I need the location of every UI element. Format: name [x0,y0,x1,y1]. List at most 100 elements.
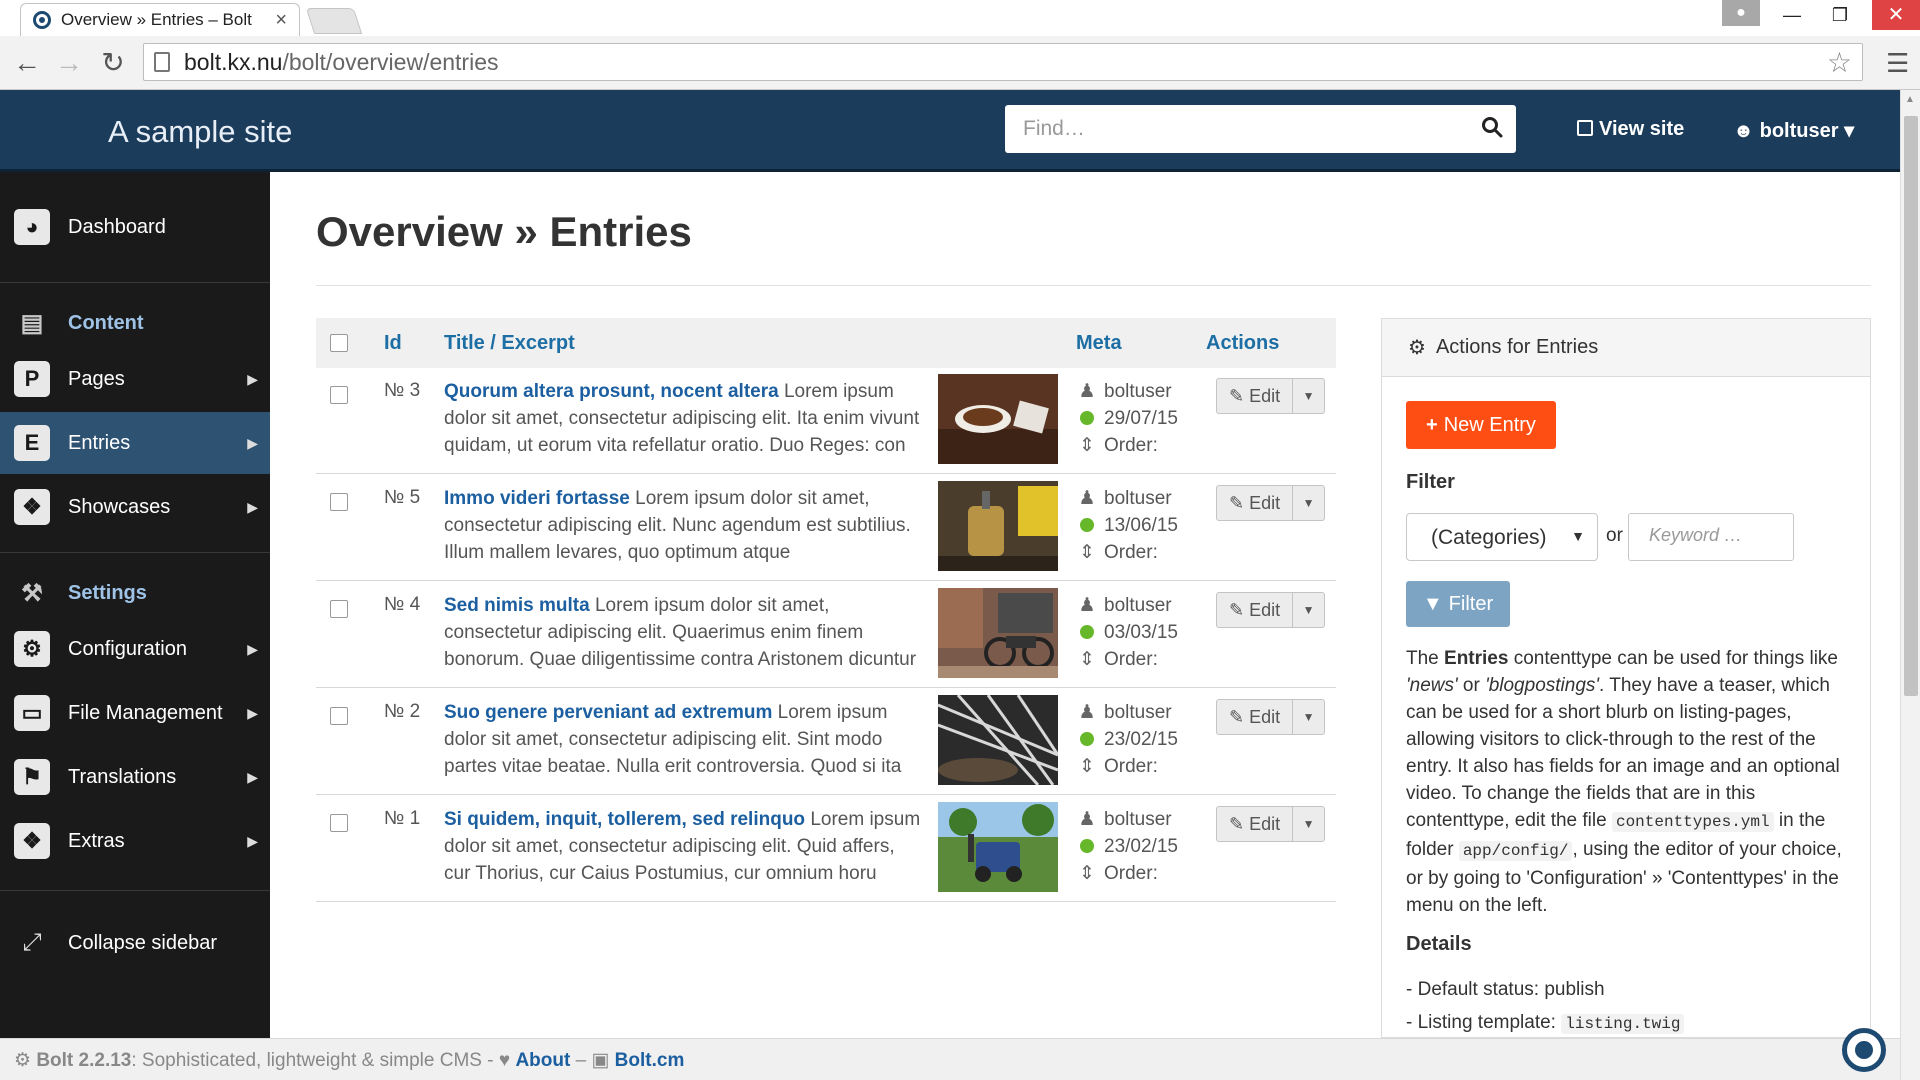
table-row: № 1 Si quidem, inquit, tollerem, sed rel… [316,796,1336,902]
row-checkbox[interactable] [330,600,348,618]
sidebar-item-showcases[interactable]: ❖ Showcases ▶ [0,476,270,538]
close-window-icon[interactable]: ✕ [1872,0,1920,30]
sidebar-section-content[interactable]: ▤ Content [0,296,270,350]
page-title: Overview » Entries [316,208,692,255]
row-checkbox[interactable] [330,493,348,511]
user-icon: ♟ [1078,488,1096,509]
search-icon[interactable] [1468,116,1516,143]
row-checkbox[interactable] [330,814,348,832]
site-header: A sample site View site ☻ boltuser ▾ [0,90,1900,172]
browser-toolbar: ← → ↻ bolt.kx.nu/bolt/overview/entries ☆… [0,36,1920,90]
sidebar-item-configuration[interactable]: ⚙ Configuration ▶ [0,618,270,680]
entry-thumbnail[interactable] [938,802,1058,892]
view-site-link[interactable]: View site [1577,118,1684,141]
search-input[interactable] [1023,117,1468,141]
edit-button[interactable]: ✎ Edit [1216,378,1294,414]
browser-menu-icon[interactable]: ☰ [1886,50,1912,76]
sidebar-item-entries[interactable]: E Entries ▶ [0,412,270,474]
minimize-icon[interactable]: — [1770,0,1814,30]
user-profile-icon[interactable]: ● [1722,0,1760,26]
sidebar-item-pages[interactable]: P Pages ▶ [0,348,270,410]
chevron-right-icon: ▶ [247,434,258,451]
about-link[interactable]: About [515,1050,570,1071]
categories-select[interactable]: (Categories) ▼ [1406,513,1598,561]
edit-icon: ✎ [1229,492,1250,513]
actions-dropdown-button[interactable]: ▼ [1293,485,1326,521]
reload-icon[interactable]: ↻ [96,46,130,80]
actions-dropdown-button[interactable]: ▼ [1293,806,1326,842]
entry-thumbnail[interactable] [938,481,1058,571]
entry-meta: ♟ boltuser 03/03/15 ⇕ Order: [1078,592,1178,673]
entry-actions: ✎ Edit ▼ [1216,699,1326,735]
chevron-right-icon: ▶ [247,832,258,849]
filter-icon: ▼ [1422,592,1443,615]
scrollbar[interactable]: ▲ [1900,90,1920,1080]
panel-header: ⚙ Actions for Entries [1382,319,1870,377]
edit-button[interactable]: ✎ Edit [1216,592,1294,628]
edit-button[interactable]: ✎ Edit [1216,485,1294,521]
select-all-checkbox[interactable] [330,334,348,352]
sidebar-item-label: File Management [68,701,223,724]
back-icon[interactable]: ← [10,46,44,80]
sidebar-item-translations[interactable]: ⚑ Translations ▶ [0,746,270,808]
sidebar-divider [0,890,270,891]
entry-title-link[interactable]: Suo genere perveniant ad extremum [444,702,772,723]
entry-title-link[interactable]: Si quidem, inquit, tollerem, sed relinqu… [444,809,805,830]
entry-thumbnail[interactable] [938,695,1058,785]
sort-icon: ⇕ [1079,756,1095,777]
compress-icon: ⤢ [22,929,42,956]
page-icon [154,52,170,72]
column-title[interactable]: Title / Excerpt [444,332,575,355]
scroll-thumb[interactable] [1904,116,1918,696]
sidebar-item-extras[interactable]: ❖ Extras ▶ [0,810,270,872]
entry-thumbnail[interactable] [938,588,1058,678]
sidebar-item-dashboard[interactable]: ◕ Dashboard [0,196,270,258]
entry-title-link[interactable]: Quorum altera prosunt, nocent altera [444,381,779,402]
row-checkbox[interactable] [330,707,348,725]
browser-tab[interactable]: Overview » Entries – Bolt × [20,3,300,36]
edit-icon: ✎ [1229,813,1250,834]
filter-button[interactable]: ▼ Filter [1406,581,1510,627]
browser-titlebar: Overview » Entries – Bolt × ● — ❐ ✕ [0,0,1920,36]
entry-excerpt: Si quidem, inquit, tollerem, sed relinqu… [444,809,921,884]
new-entry-button[interactable]: + New Entry [1406,401,1556,449]
forward-icon[interactable]: → [52,46,86,80]
sort-icon: ⇕ [1079,863,1095,884]
chevron-down-icon: ▼ [1571,528,1585,544]
edit-button[interactable]: ✎ Edit [1216,699,1294,735]
site-name[interactable]: A sample site [108,114,292,150]
actions-dropdown-button[interactable]: ▼ [1293,592,1326,628]
entry-meta: ♟ boltuser 23/02/15 ⇕ Order: [1078,806,1178,887]
column-id[interactable]: Id [384,332,402,355]
boltcm-link[interactable]: Bolt.cm [615,1050,685,1071]
external-link-icon [1577,120,1593,136]
address-bar[interactable]: bolt.kx.nu/bolt/overview/entries ☆ [143,43,1863,81]
scroll-up-icon[interactable]: ▲ [1905,94,1915,105]
status-published-icon [1080,839,1094,853]
collapse-sidebar-button[interactable]: ⤢ Collapse sidebar [0,912,270,974]
entry-excerpt: Sed nimis multa Lorem ipsum dolor sit am… [444,595,917,670]
actions-dropdown-button[interactable]: ▼ [1293,378,1326,414]
status-published-icon [1080,518,1094,532]
bookmark-star-icon[interactable]: ☆ [1827,46,1852,79]
column-meta[interactable]: Meta [1076,332,1122,355]
entry-thumbnail[interactable] [938,374,1058,464]
keyword-input[interactable]: Keyword … [1628,513,1794,561]
restore-icon[interactable]: ❐ [1818,0,1862,30]
edit-button[interactable]: ✎ Edit [1216,806,1294,842]
entry-excerpt: Immo videri fortasse Lorem ipsum dolor s… [444,488,911,563]
sidebar-item-label: Showcases [68,495,171,518]
user-menu[interactable]: ☻ boltuser ▾ [1733,118,1854,143]
entry-title-link[interactable]: Sed nimis multa [444,595,590,616]
table-header: Id Title / Excerpt Meta Actions [316,318,1336,368]
actions-dropdown-button[interactable]: ▼ [1293,699,1326,735]
showcases-icon: ❖ [14,489,50,525]
tab-close-icon[interactable]: × [275,9,287,32]
sidebar-item-file-management[interactable]: ▭ File Management ▶ [0,682,270,744]
sidebar-section-settings[interactable]: ⚒ Settings [0,566,270,620]
row-checkbox[interactable] [330,386,348,404]
new-tab-button[interactable] [305,8,363,34]
flag-icon: ⚑ [14,759,50,795]
entry-meta: ♟ boltuser 13/06/15 ⇕ Order: [1078,485,1178,566]
entry-title-link[interactable]: Immo videri fortasse [444,488,630,509]
